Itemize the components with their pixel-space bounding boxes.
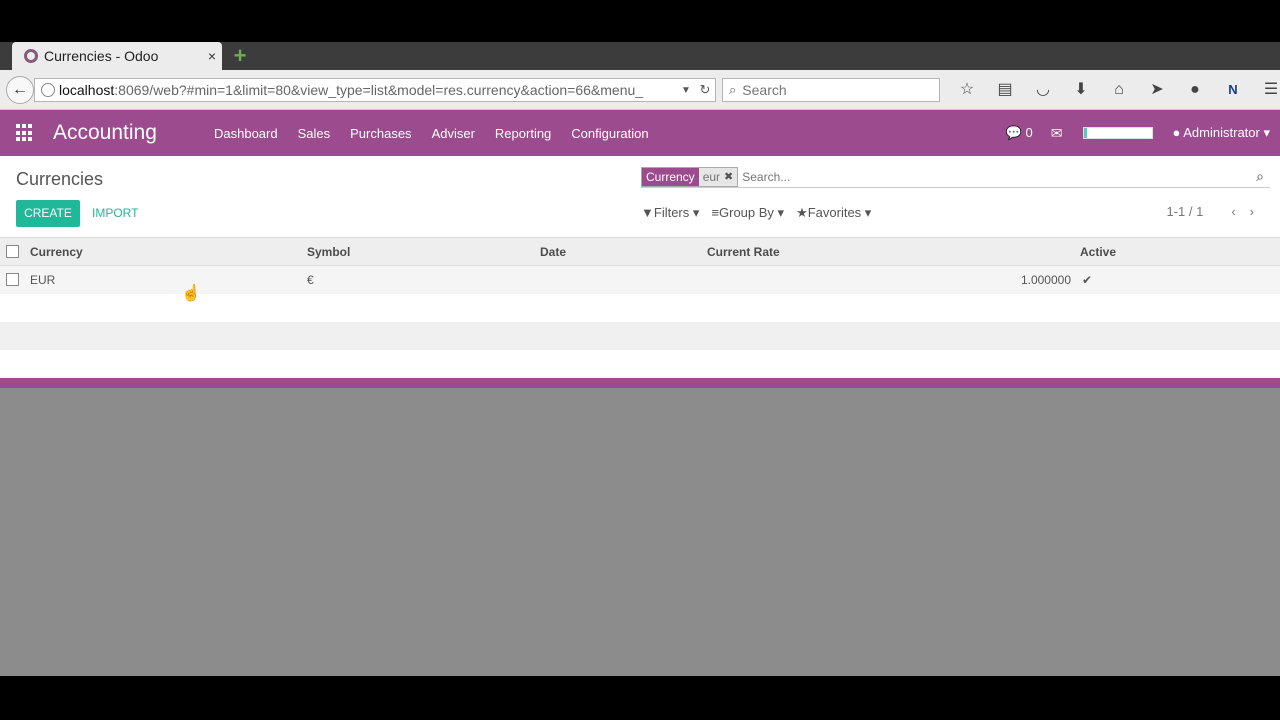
- column-symbol[interactable]: Symbol: [307, 238, 350, 266]
- row-checkbox[interactable]: [6, 273, 19, 286]
- search-icon[interactable]: ⌕: [1250, 168, 1270, 185]
- chat-bubble-icon[interactable]: ●: [1176, 78, 1214, 102]
- empty-row: [0, 350, 1280, 378]
- browser-search-field[interactable]: ⌕ Search: [722, 78, 940, 102]
- cell-active-check-icon: ✔: [1082, 273, 1093, 287]
- progress-fill: [1083, 128, 1087, 138]
- search-options: ▼Filters ▾ ≡Group By ▾ ★Favorites ▾: [641, 205, 883, 221]
- menu-sales[interactable]: Sales: [288, 126, 341, 141]
- chat-counter[interactable]: 💬 0: [1006, 125, 1033, 141]
- facet-remove-icon[interactable]: ✖: [724, 167, 738, 186]
- import-button[interactable]: IMPORT: [92, 200, 138, 227]
- site-info-icon[interactable]: [41, 83, 55, 97]
- chat-count: 0: [1025, 125, 1033, 140]
- browser-navbar: ← localhost :8069/web?#min=1&limit=80&vi…: [0, 70, 1280, 110]
- app-title[interactable]: Accounting: [53, 121, 157, 145]
- browser-search-placeholder: Search: [742, 82, 787, 98]
- chat-icon: 💬: [1005, 125, 1022, 140]
- caret-down-icon: ▾: [1263, 125, 1270, 140]
- pager-value[interactable]: 1-1 / 1: [1166, 204, 1203, 219]
- menu-dashboard[interactable]: Dashboard: [204, 126, 288, 141]
- facet-label: Currency: [642, 167, 699, 186]
- download-icon[interactable]: ⬇: [1062, 78, 1100, 102]
- apps-grid-icon[interactable]: [16, 124, 34, 142]
- pocket-icon[interactable]: ◡: [1024, 78, 1062, 102]
- home-icon[interactable]: ⌂: [1100, 78, 1138, 102]
- list-icon: ≡: [711, 205, 719, 220]
- letterbox-top: [0, 0, 1280, 42]
- url-dropdown-icon[interactable]: ▼: [681, 85, 695, 96]
- user-name: Administrator: [1183, 125, 1260, 140]
- cell-symbol: €: [307, 273, 314, 287]
- systray: 💬 0 ✉ ● Administrator ▾: [1006, 110, 1280, 156]
- send-icon[interactable]: ➤: [1138, 78, 1176, 102]
- reload-icon[interactable]: ↻: [695, 82, 715, 98]
- back-arrow-icon[interactable]: ←: [6, 76, 34, 104]
- column-current-rate[interactable]: Current Rate: [707, 238, 780, 266]
- tab-close-icon[interactable]: ×: [202, 48, 222, 64]
- odoo-favicon-icon: [24, 49, 38, 63]
- breadcrumb: Currencies: [16, 169, 104, 189]
- hamburger-menu-icon[interactable]: ☰: [1252, 78, 1280, 102]
- url-host: localhost: [59, 82, 115, 98]
- pager: 1-1 / 1 ‹ ›: [1166, 204, 1254, 219]
- column-currency[interactable]: Currency: [30, 238, 83, 266]
- list-view: Currency Symbol Date Current Rate Active…: [0, 238, 1280, 378]
- browser-tab[interactable]: Currencies - Odoo ×: [12, 42, 222, 70]
- column-date[interactable]: Date: [540, 238, 566, 266]
- pager-previous-icon[interactable]: ‹: [1231, 204, 1235, 219]
- groupby-label: Group By: [719, 205, 774, 220]
- bookmark-star-icon[interactable]: ☆: [948, 78, 986, 102]
- progress-bar: [1082, 127, 1153, 139]
- letterbox-bottom: [0, 676, 1280, 720]
- favorites-label: Favorites: [807, 205, 862, 220]
- filters-dropdown[interactable]: ▼Filters ▾: [641, 205, 699, 221]
- user-menu[interactable]: ● Administrator ▾: [1173, 125, 1271, 141]
- empty-row: [0, 322, 1280, 350]
- tab-title: Currencies - Odoo: [44, 48, 159, 64]
- menu-reporting[interactable]: Reporting: [485, 126, 561, 141]
- app-menu: Dashboard Sales Purchases Adviser Report…: [204, 110, 659, 156]
- empty-content-area: [0, 388, 1280, 676]
- browser-tabbar: Currencies - Odoo × +: [0, 42, 1280, 70]
- pager-next-icon[interactable]: ›: [1250, 204, 1254, 219]
- star-icon: ★: [796, 205, 808, 220]
- odoo-main-navbar: Accounting Dashboard Sales Purchases Adv…: [0, 110, 1280, 156]
- select-all-checkbox[interactable]: [6, 245, 19, 258]
- table-header: Currency Symbol Date Current Rate Active: [0, 238, 1280, 266]
- menu-adviser[interactable]: Adviser: [422, 126, 485, 141]
- groupby-dropdown[interactable]: ≡Group By ▾: [711, 205, 784, 221]
- browser-toolbar: ☆ ▤ ◡ ⬇ ⌂ ➤ ● N ☰: [948, 78, 1280, 102]
- new-tab-icon[interactable]: +: [230, 45, 250, 67]
- create-button[interactable]: CREATE: [16, 200, 80, 227]
- search-view[interactable]: Currency eur ✖ ⌕: [641, 166, 1270, 188]
- menu-configuration[interactable]: Configuration: [561, 126, 658, 141]
- url-path: :8069/web?#min=1&limit=80&view_type=list…: [114, 82, 644, 98]
- filters-label: Filters: [653, 205, 690, 220]
- menu-purchases[interactable]: Purchases: [340, 126, 421, 141]
- extension-n-icon[interactable]: N: [1214, 78, 1252, 102]
- mail-icon[interactable]: ✉: [1051, 125, 1063, 142]
- user-avatar-icon: ●: [1172, 125, 1181, 140]
- filter-icon: ▼: [641, 205, 654, 220]
- facet-value: eur: [698, 167, 725, 186]
- accent-divider: [0, 378, 1280, 388]
- control-panel: Currencies Currency eur ✖ ⌕ CREATE IMPOR…: [0, 156, 1280, 238]
- cell-current-rate: 1.000000: [1020, 273, 1071, 287]
- column-active[interactable]: Active: [1080, 238, 1116, 266]
- favorites-dropdown[interactable]: ★Favorites ▾: [796, 205, 871, 221]
- hand-cursor-icon: ☝: [181, 285, 201, 302]
- cell-currency: EUR: [30, 273, 56, 287]
- address-bar[interactable]: localhost :8069/web?#min=1&limit=80&view…: [34, 78, 716, 102]
- reading-list-icon[interactable]: ▤: [986, 78, 1024, 102]
- search-icon: ⌕: [729, 82, 737, 97]
- search-facet: Currency eur ✖: [641, 166, 739, 187]
- search-input[interactable]: [742, 169, 1250, 184]
